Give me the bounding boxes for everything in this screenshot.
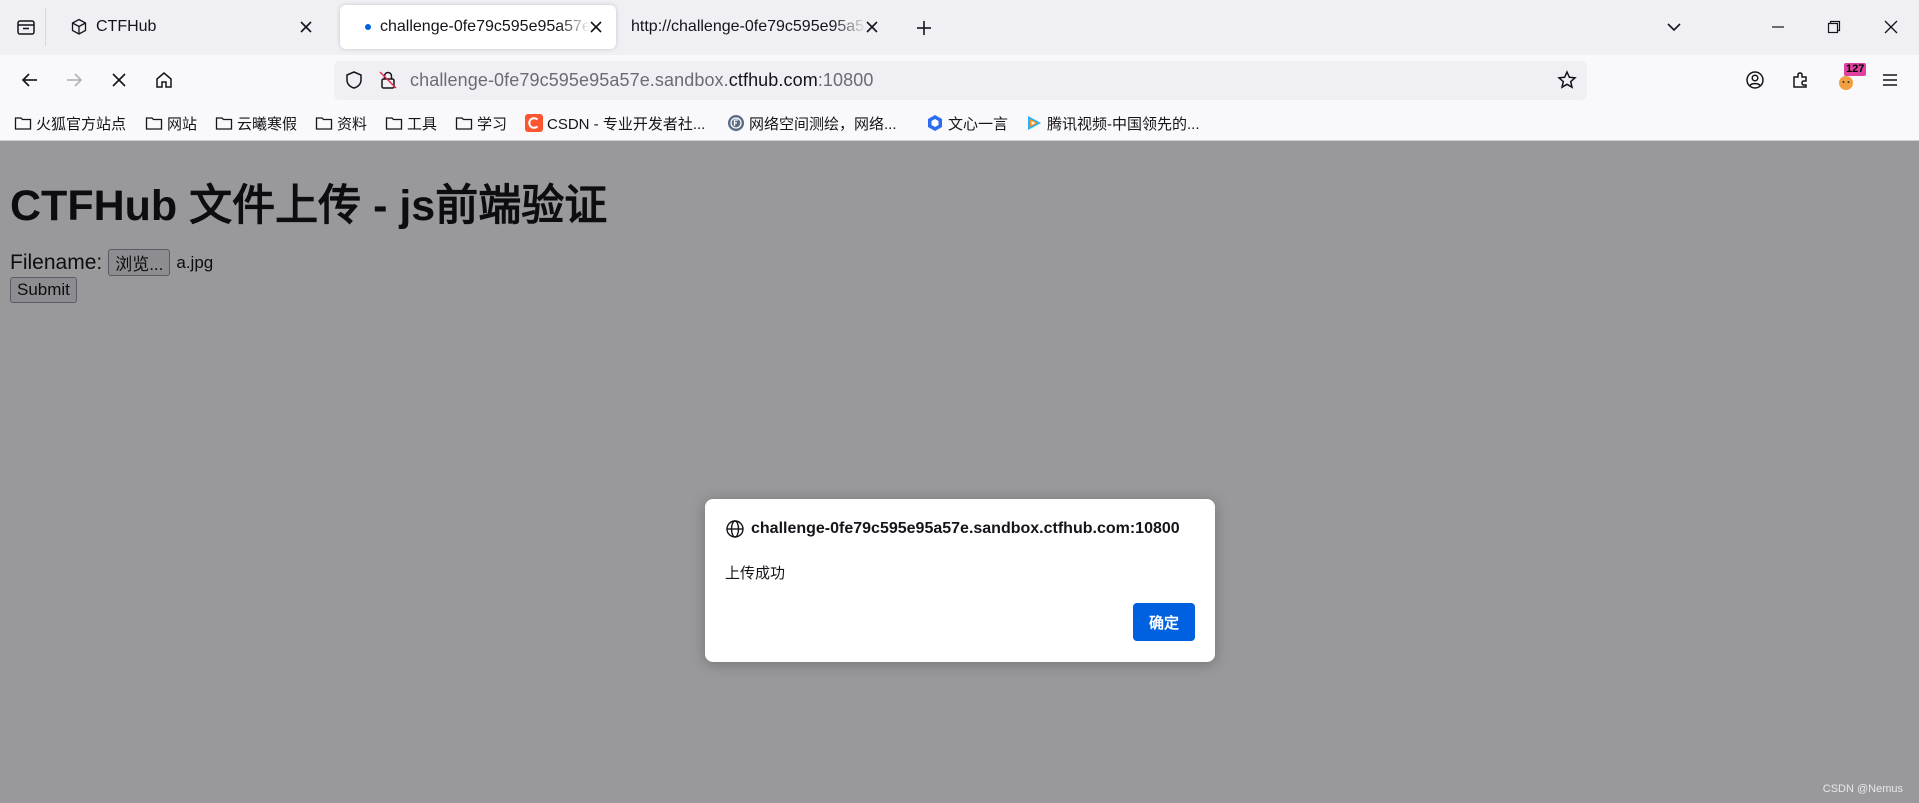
bookmark-fofa[interactable]: 网络空间测绘，网络... [727, 112, 897, 134]
tab-http-challenge[interactable]: http://challenge-0fe79c595e95a57e [620, 5, 892, 49]
plus-icon [917, 21, 931, 35]
address-bar[interactable]: challenge-0fe79c595e95a57e.sandbox.ctfhu… [334, 61, 1587, 100]
restore-icon [1827, 20, 1841, 34]
dialog-message: 上传成功 [725, 565, 786, 582]
back-button[interactable] [12, 63, 48, 97]
account-button[interactable] [1737, 63, 1773, 97]
folder-icon [145, 114, 163, 132]
bookmark-csdn[interactable]: CSDN - 专业开发者社... [525, 112, 705, 134]
stop-button[interactable] [101, 63, 137, 97]
extensions-button[interactable] [1782, 63, 1818, 97]
folder-icon [215, 114, 233, 132]
hamburger-menu-icon [1883, 74, 1897, 86]
folder-icon [14, 114, 32, 132]
watermark: CSDN @Nemus [1822, 783, 1903, 795]
insecure-lock-icon [379, 71, 397, 89]
home-icon [156, 72, 172, 88]
bookmark-folder-firefox[interactable]: 火狐官方站点 [14, 112, 126, 134]
account-icon [1746, 71, 1764, 89]
tab-list-button[interactable] [6, 8, 46, 46]
close-tab-icon[interactable] [294, 15, 318, 39]
close-window-button[interactable] [1871, 10, 1911, 44]
cube-icon [71, 18, 87, 35]
close-tab-icon[interactable] [860, 15, 884, 39]
close-tab-icon[interactable] [584, 15, 608, 39]
shield-icon [346, 71, 362, 89]
loading-dot-icon [365, 24, 371, 30]
forward-button[interactable] [56, 63, 92, 97]
folder-icon [315, 114, 333, 132]
bookmark-folder-materials[interactable]: 资料 [315, 112, 367, 134]
list-all-tabs-button[interactable] [1654, 10, 1694, 44]
home-button[interactable] [146, 63, 182, 97]
tab-challenge-active[interactable]: challenge-0fe79c595e95a57e [340, 5, 616, 49]
stop-icon [112, 73, 126, 87]
tab-title: challenge-0fe79c595e95a57e [380, 18, 590, 35]
bookmark-folder-tools[interactable]: 工具 [385, 112, 437, 134]
bookmark-folder-study[interactable]: 学习 [455, 112, 507, 134]
bookmark-folder-yunxi[interactable]: 云曦寒假 [215, 112, 297, 134]
bookmark-wenxin[interactable]: 文心一言 [926, 112, 1008, 134]
chevron-down-icon [1667, 23, 1681, 32]
bookmark-folder-websites[interactable]: 网站 [145, 112, 197, 134]
forward-arrow-icon [67, 73, 83, 87]
bookmark-tencent-video[interactable]: 腾讯视频-中国领先的... [1025, 112, 1200, 134]
wenxin-icon [926, 114, 944, 132]
navigation-toolbar: challenge-0fe79c595e95a57e.sandbox.ctfhu… [0, 55, 1919, 105]
firefox-view-icon [16, 20, 35, 35]
puzzle-icon [1793, 72, 1807, 88]
modal-overlay [0, 141, 1919, 803]
url-text: challenge-0fe79c595e95a57e.sandbox.ctfhu… [410, 70, 874, 90]
fofa-icon [727, 114, 745, 132]
ok-button[interactable]: 确定 [1133, 603, 1195, 641]
extension-fox-button[interactable]: 127 [1828, 63, 1867, 97]
extension-badge: 127 [1844, 63, 1867, 76]
bookmarks-toolbar: 火狐官方站点 网站 云曦寒假 资料 工具 学习 CSDN - 专业开发者社...… [0, 105, 1919, 141]
dialog-origin: challenge-0fe79c595e95a57e.sandbox.ctfhu… [725, 519, 1180, 539]
app-menu-button[interactable] [1872, 63, 1908, 97]
bookmark-star-icon[interactable] [1557, 70, 1577, 90]
csdn-icon [525, 114, 543, 132]
minimize-icon [1772, 26, 1784, 28]
tab-title: CTFHub [96, 18, 157, 35]
tencent-video-icon [1025, 114, 1043, 132]
new-tab-button[interactable] [906, 12, 942, 44]
globe-icon [725, 519, 745, 539]
back-arrow-icon [21, 73, 37, 87]
restore-button[interactable] [1814, 10, 1854, 44]
minimize-button[interactable] [1758, 10, 1798, 44]
folder-icon [455, 114, 473, 132]
tab-ctfhub[interactable]: CTFHub [56, 5, 326, 49]
folder-icon [385, 114, 403, 132]
tab-title: http://challenge-0fe79c595e95a57e [631, 18, 867, 35]
close-icon [1884, 20, 1898, 34]
alert-dialog: challenge-0fe79c595e95a57e.sandbox.ctfhu… [705, 499, 1215, 662]
tab-strip: CTFHub challenge-0fe79c595e95a57e http:/… [0, 0, 1919, 55]
